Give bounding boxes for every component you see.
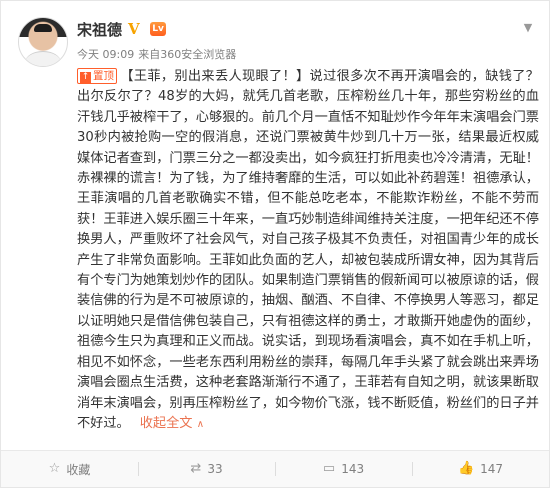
repost-icon: ⇄ [190, 461, 202, 476]
avatar-shirt [25, 51, 61, 66]
avatar-hair [34, 24, 52, 32]
member-level-icon[interactable]: Lv [150, 22, 167, 36]
author-name[interactable]: 宋祖德 [77, 19, 122, 40]
repost-button[interactable]: ⇄ 33 [138, 451, 275, 487]
post-text: 【王菲，别出来丢人现眼了！】说过很多次不再开演唱会的，缺钱了？出尔反尔了？48岁… [77, 69, 539, 431]
favorite-button[interactable]: ☆ 收藏 [1, 451, 138, 487]
chevron-down-icon[interactable]: ▼ [521, 21, 535, 35]
comment-icon: ▭ [322, 461, 336, 476]
pin-icon: ↑ [80, 72, 91, 83]
chevron-up-icon: ∧ [196, 418, 205, 430]
pinned-tag-label: 置顶 [93, 70, 114, 82]
comment-count: 143 [341, 462, 365, 476]
post-meta: 今天 09:09 来自360安全浏览器 [77, 46, 236, 62]
verified-badge-icon[interactable]: V [128, 22, 144, 37]
author-header: 宋祖德 V Lv [77, 19, 167, 40]
action-bar: ☆ 收藏 ⇄ 33 ▭ 143 👍 147 [1, 450, 549, 487]
pinned-tag: ↑ 置顶 [77, 68, 117, 84]
like-count: 147 [480, 462, 504, 476]
collapse-text-label: 收起全文 [139, 415, 193, 431]
avatar[interactable] [18, 17, 68, 67]
weibo-post-card: 宋祖德 V Lv 今天 09:09 来自360安全浏览器 ▼ ↑ 置顶 【王菲，别出… [0, 0, 550, 488]
post-time[interactable]: 今天 09:09 [77, 46, 134, 62]
post-source: 来自360安全浏览器 [138, 48, 237, 61]
collapse-text-link[interactable]: 收起全文 ∧ [140, 416, 204, 431]
post-content: ↑ 置顶 【王菲，别出来丢人现眼了！】说过很多次不再开演唱会的，缺钱了？出尔反尔了？… [77, 67, 539, 435]
comment-button[interactable]: ▭ 143 [275, 451, 412, 487]
like-button[interactable]: 👍 147 [412, 451, 549, 487]
thumbs-up-icon: 👍 [457, 461, 475, 476]
star-icon: ☆ [48, 461, 61, 476]
repost-count: 33 [207, 462, 223, 476]
favorite-label: 收藏 [66, 462, 91, 477]
